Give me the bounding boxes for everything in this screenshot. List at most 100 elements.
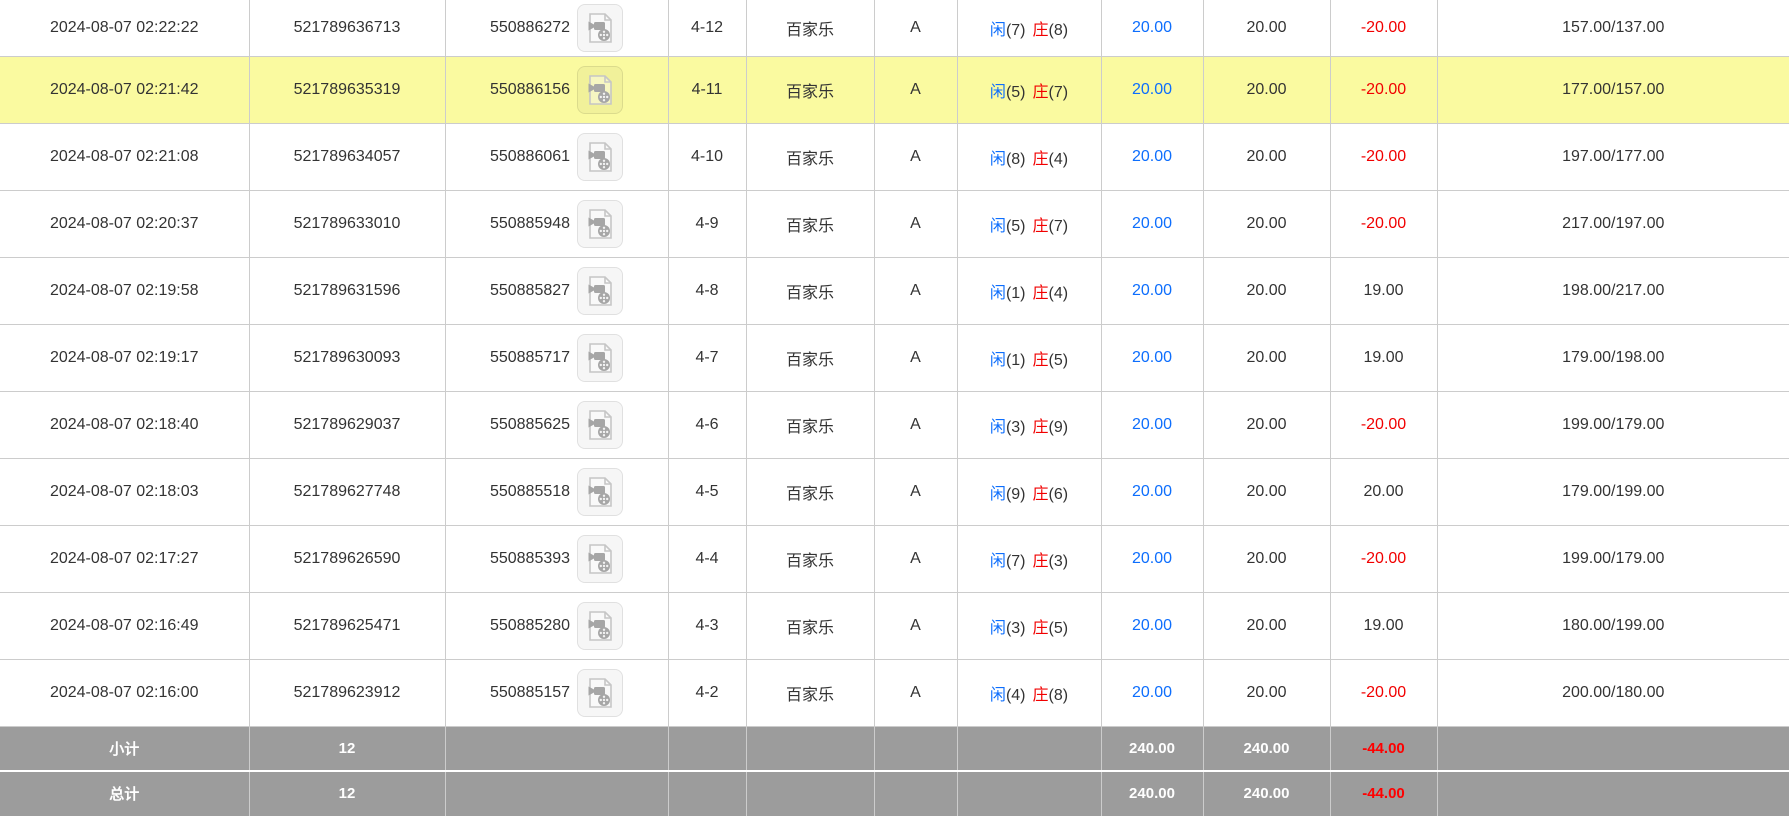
- video-icon: [585, 476, 615, 508]
- table-group-cell: A: [874, 592, 957, 659]
- game-type-cell: 百家乐: [746, 525, 874, 592]
- video-replay-button[interactable]: [577, 4, 623, 52]
- valid-amount-cell: 20.00: [1203, 0, 1330, 56]
- table-row[interactable]: 2024-08-07 02:18:40 521789629037 5508856…: [0, 391, 1789, 458]
- round-cell: 4-5: [668, 458, 746, 525]
- bet-number-cell: 521789636713: [249, 0, 445, 56]
- game-number-cell: 550886156: [445, 56, 668, 123]
- bet-time-cell: 2024-08-07 02:21:08: [0, 123, 249, 190]
- bet-time-cell: 2024-08-07 02:16:49: [0, 592, 249, 659]
- game-number-cell: 550885518: [445, 458, 668, 525]
- balance-cell: 217.00/197.00: [1437, 190, 1789, 257]
- table-row[interactable]: 2024-08-07 02:16:49 521789625471 5508852…: [0, 592, 1789, 659]
- video-icon: [585, 409, 615, 441]
- table-row[interactable]: 2024-08-07 02:18:03 521789627748 5508855…: [0, 458, 1789, 525]
- game-type-cell: 百家乐: [746, 190, 874, 257]
- banker-label: 庄: [1033, 419, 1049, 436]
- video-replay-button[interactable]: [577, 334, 623, 382]
- valid-amount-cell: 20.00: [1203, 391, 1330, 458]
- banker-score: (3): [1049, 553, 1069, 570]
- result-cell: 闲(5)庄(7): [957, 56, 1101, 123]
- video-replay-button[interactable]: [577, 468, 623, 516]
- winloss-cell: 19.00: [1330, 257, 1437, 324]
- summary-valid-total: 240.00: [1203, 726, 1330, 771]
- game-number-cell: 550886272: [445, 0, 668, 56]
- table-row[interactable]: 2024-08-07 02:19:58 521789631596 5508858…: [0, 257, 1789, 324]
- round-cell: 4-4: [668, 525, 746, 592]
- bet-amount-cell: 20.00: [1101, 324, 1203, 391]
- round-cell: 4-7: [668, 324, 746, 391]
- table-group-cell: A: [874, 257, 957, 324]
- valid-amount-cell: 20.00: [1203, 592, 1330, 659]
- table-row[interactable]: 2024-08-07 02:21:08 521789634057 5508860…: [0, 123, 1789, 190]
- valid-amount-cell: 20.00: [1203, 324, 1330, 391]
- bet-amount-cell: 20.00: [1101, 525, 1203, 592]
- video-replay-button[interactable]: [577, 669, 623, 717]
- video-replay-button[interactable]: [577, 133, 623, 181]
- banker-score: (5): [1049, 620, 1069, 637]
- round-cell: 4-8: [668, 257, 746, 324]
- balance-cell: 177.00/157.00: [1437, 56, 1789, 123]
- bet-time-cell: 2024-08-07 02:19:58: [0, 257, 249, 324]
- player-label: 闲: [990, 151, 1006, 168]
- table-group-cell: A: [874, 324, 957, 391]
- summary-rows: 小计 12 240.00 240.00 -44.00 总计 12 240.00 …: [0, 726, 1789, 816]
- winloss-cell: 19.00: [1330, 592, 1437, 659]
- game-number-cell: 550886061: [445, 123, 668, 190]
- player-label: 闲: [990, 553, 1006, 570]
- table-row[interactable]: 2024-08-07 02:22:22 521789636713 5508862…: [0, 0, 1789, 56]
- banker-score: (4): [1049, 151, 1069, 168]
- banker-score: (5): [1049, 352, 1069, 369]
- bet-amount-cell: 20.00: [1101, 257, 1203, 324]
- video-replay-button[interactable]: [577, 66, 623, 114]
- result-cell: 闲(8)庄(4): [957, 123, 1101, 190]
- valid-amount-cell: 20.00: [1203, 525, 1330, 592]
- result-cell: 闲(7)庄(8): [957, 0, 1101, 56]
- bet-amount-cell: 20.00: [1101, 190, 1203, 257]
- game-number: 550885518: [490, 483, 570, 501]
- bet-records-table: 2024-08-07 02:22:22 521789636713 5508862…: [0, 0, 1789, 816]
- banker-label: 庄: [1033, 285, 1049, 302]
- table-row[interactable]: 2024-08-07 02:17:27 521789626590 5508853…: [0, 525, 1789, 592]
- game-number-cell: 550885827: [445, 257, 668, 324]
- valid-amount-cell: 20.00: [1203, 659, 1330, 726]
- winloss-cell: 19.00: [1330, 324, 1437, 391]
- round-cell: 4-12: [668, 0, 746, 56]
- valid-amount-cell: 20.00: [1203, 257, 1330, 324]
- bet-time-cell: 2024-08-07 02:18:03: [0, 458, 249, 525]
- video-replay-button[interactable]: [577, 200, 623, 248]
- game-type-cell: 百家乐: [746, 0, 874, 56]
- banker-label: 庄: [1033, 620, 1049, 637]
- bet-amount-cell: 20.00: [1101, 56, 1203, 123]
- table-row[interactable]: 2024-08-07 02:16:00 521789623912 5508851…: [0, 659, 1789, 726]
- bet-time-cell: 2024-08-07 02:18:40: [0, 391, 249, 458]
- valid-amount-cell: 20.00: [1203, 458, 1330, 525]
- video-replay-button[interactable]: [577, 602, 623, 650]
- table-row[interactable]: 2024-08-07 02:19:17 521789630093 5508857…: [0, 324, 1789, 391]
- round-cell: 4-6: [668, 391, 746, 458]
- table-row[interactable]: 2024-08-07 02:21:42 521789635319 5508861…: [0, 56, 1789, 123]
- balance-cell: 199.00/179.00: [1437, 525, 1789, 592]
- balance-cell: 180.00/199.00: [1437, 592, 1789, 659]
- game-type-cell: 百家乐: [746, 458, 874, 525]
- bet-number-cell: 521789625471: [249, 592, 445, 659]
- summary-count: 12: [249, 726, 445, 771]
- banker-score: (8): [1049, 687, 1069, 704]
- banker-score: (8): [1049, 22, 1069, 39]
- valid-amount-cell: 20.00: [1203, 56, 1330, 123]
- video-replay-button[interactable]: [577, 535, 623, 583]
- player-score: (1): [1006, 285, 1026, 302]
- game-type-cell: 百家乐: [746, 56, 874, 123]
- result-cell: 闲(1)庄(5): [957, 324, 1101, 391]
- player-label: 闲: [990, 218, 1006, 235]
- winloss-cell: -20.00: [1330, 525, 1437, 592]
- table-group-cell: A: [874, 190, 957, 257]
- result-cell: 闲(7)庄(3): [957, 525, 1101, 592]
- video-replay-button[interactable]: [577, 401, 623, 449]
- game-type-cell: 百家乐: [746, 592, 874, 659]
- table-row[interactable]: 2024-08-07 02:20:37 521789633010 5508859…: [0, 190, 1789, 257]
- video-replay-button[interactable]: [577, 267, 623, 315]
- video-icon: [585, 208, 615, 240]
- player-score: (3): [1006, 419, 1026, 436]
- bet-amount-cell: 20.00: [1101, 458, 1203, 525]
